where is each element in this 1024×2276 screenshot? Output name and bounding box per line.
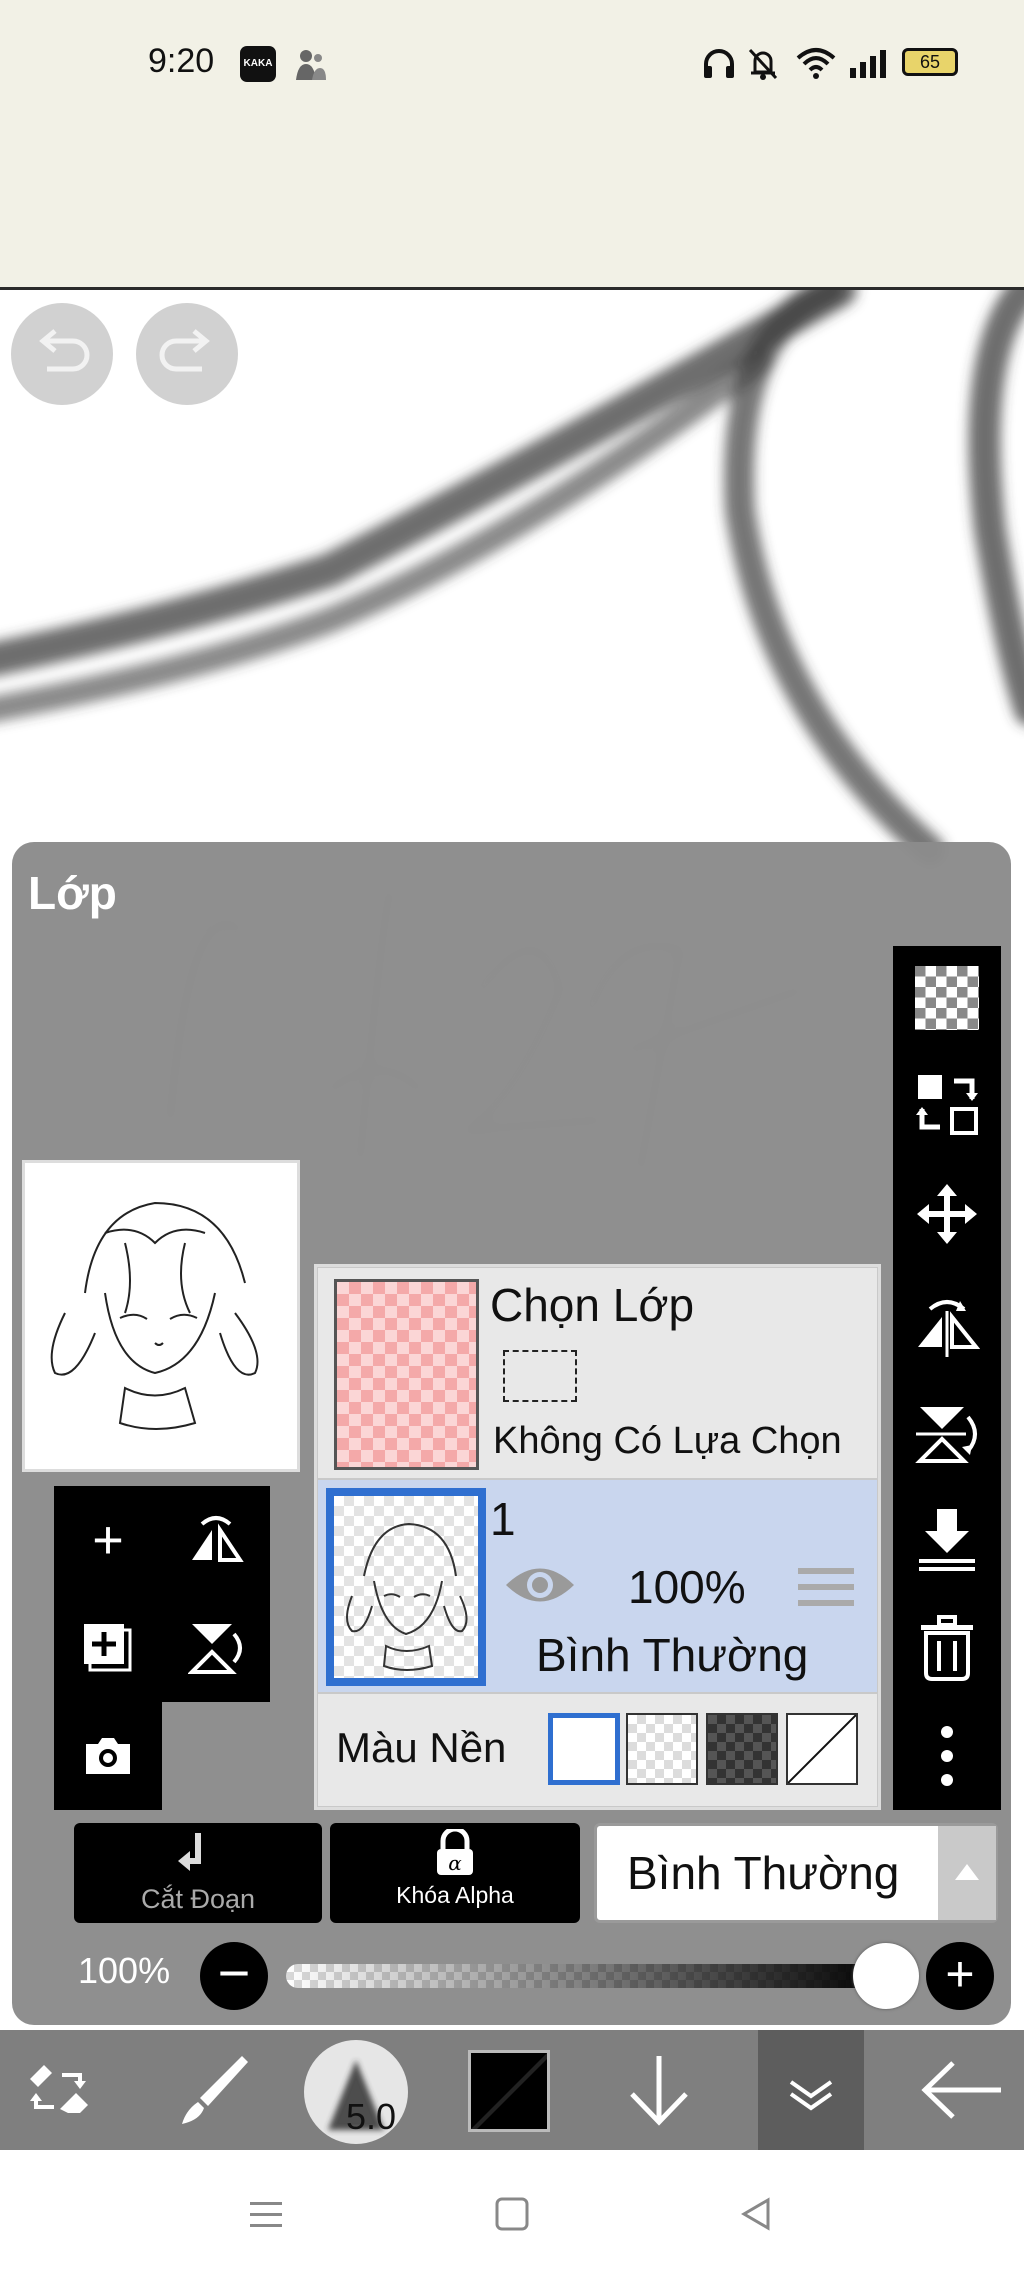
color-icon: [471, 2053, 547, 2129]
layers-button[interactable]: [758, 2030, 864, 2150]
opacity-label: 100%: [78, 1950, 171, 1991]
opacity-slider[interactable]: [286, 1964, 886, 1988]
minus-icon: −: [217, 1941, 251, 2004]
layer-opacity: 100%: [628, 1561, 746, 1613]
layer-panel-title: Lớp: [28, 867, 117, 919]
blend-mode-arrow[interactable]: [938, 1826, 996, 1920]
back-arrow-button[interactable]: [900, 2030, 1024, 2150]
plus-icon: +: [945, 1946, 975, 2002]
move-icon[interactable]: [893, 1164, 1001, 1264]
layers-icon: [789, 2080, 833, 2111]
layer-thumbnail: [326, 1488, 486, 1686]
duplicate-layer-button[interactable]: [54, 1594, 162, 1702]
flip-layer-v-button[interactable]: [162, 1594, 270, 1702]
undo-icon: [39, 329, 90, 372]
battery-icon: 65: [902, 48, 958, 76]
home-icon[interactable]: [494, 2196, 530, 2237]
svg-text:α: α: [448, 1851, 462, 1875]
menu-icon[interactable]: [248, 2196, 284, 2237]
undo-button[interactable]: [11, 303, 113, 405]
camera-icon: [86, 1738, 130, 1774]
selection-layer-status: Không Có Lựa Chọn: [493, 1420, 842, 1462]
blend-mode-value: Bình Thường: [627, 1847, 900, 1899]
add-layer-icon: +: [92, 1510, 124, 1570]
brush-size-button[interactable]: 5.0: [304, 2040, 408, 2144]
clipping-button[interactable]: Cắt Đoạn: [74, 1823, 322, 1923]
redo-icon: [159, 329, 210, 372]
down-arrow-button[interactable]: [600, 2030, 718, 2150]
back-icon[interactable]: [738, 2196, 774, 2237]
flip-layer-v-icon: [188, 1624, 242, 1674]
color-button[interactable]: [468, 2050, 550, 2132]
swap-layer-icon[interactable]: [893, 1054, 1001, 1154]
bg-checker-dark-swatch[interactable]: [706, 1713, 778, 1785]
drag-handle-icon[interactable]: [798, 1564, 854, 1612]
status-bar: 9:20 KAKA 65: [0, 0, 1024, 290]
camera-button[interactable]: [54, 1702, 162, 1810]
redo-button[interactable]: [136, 303, 238, 405]
visibility-eye-icon[interactable]: [502, 1560, 578, 1615]
down-arrow-icon: [630, 2056, 688, 2126]
bell-muted-icon: [746, 46, 780, 87]
flip-horizontal-icon[interactable]: [893, 1280, 1001, 1380]
kakao-icon: KAKA: [240, 46, 276, 82]
clipping-label: Cắt Đoạn: [140, 1884, 256, 1914]
layer-blend-mode: Bình Thường: [536, 1629, 809, 1681]
transform-tool-button[interactable]: [0, 2030, 124, 2150]
brush-tool-button[interactable]: [150, 2030, 274, 2150]
status-time: 9:20: [148, 42, 215, 80]
clipping-icon: [178, 1833, 201, 1871]
trash-icon[interactable]: [893, 1598, 1001, 1698]
more-icon[interactable]: [893, 1706, 1001, 1806]
merge-down-icon[interactable]: [893, 1490, 1001, 1590]
brush-size-value: 5.0: [346, 2096, 397, 2137]
transparency-icon[interactable]: [893, 948, 1001, 1048]
flip-layer-h-icon: [192, 1516, 244, 1562]
flip-vertical-icon[interactable]: [893, 1384, 1001, 1484]
canvas-preview: [22, 1160, 300, 1472]
opacity-slider-thumb[interactable]: [853, 1943, 919, 2009]
bg-none-swatch[interactable]: [786, 1713, 858, 1785]
signal-icon: [848, 48, 888, 83]
transform-icon: [30, 2065, 88, 2113]
wifi-icon: [796, 46, 836, 85]
opacity-decrease-button[interactable]: −: [200, 1942, 268, 2010]
brush-icon: [182, 2056, 248, 2124]
bg-white-swatch[interactable]: [548, 1713, 620, 1785]
opacity-increase-button[interactable]: +: [926, 1942, 994, 2010]
app-notification-icon: [292, 46, 328, 82]
duplicate-layer-icon: [84, 1624, 132, 1672]
headphones-icon: [702, 48, 736, 85]
background-label: Màu Nền: [336, 1724, 507, 1771]
back-arrow-icon: [921, 2061, 1001, 2119]
alpha-lock-label: Khóa Alpha: [396, 1882, 514, 1908]
bg-checker-light-swatch[interactable]: [626, 1713, 698, 1785]
selection-marquee-icon: [503, 1350, 577, 1402]
alpha-lock-button[interactable]: α Khóa Alpha: [330, 1823, 580, 1923]
selection-layer-name: Chọn Lớp: [490, 1279, 695, 1331]
add-layer-button[interactable]: +: [54, 1486, 162, 1594]
lock-icon: α: [437, 1826, 473, 1875]
selection-layer-thumbnail: [334, 1279, 479, 1470]
chevron-up-icon: [955, 1864, 979, 1880]
flip-layer-h-button[interactable]: [162, 1486, 270, 1594]
layer-number: 1: [490, 1493, 516, 1545]
